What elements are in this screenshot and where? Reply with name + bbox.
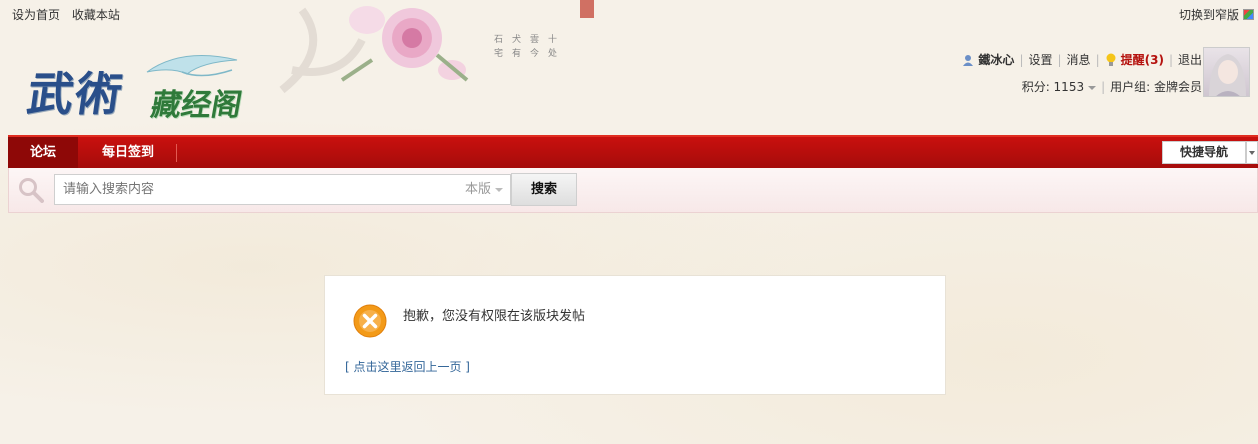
messages-link[interactable]: 消息 xyxy=(1067,51,1091,68)
switch-width-label: 切换到窄版 xyxy=(1178,8,1239,22)
header-flower-decoration: 石 犬 雲 十 宅 有 今 处 xyxy=(279,0,594,94)
logout-link[interactable]: 退出 xyxy=(1178,51,1202,68)
chevron-down-icon xyxy=(1088,85,1097,90)
top-links: 设为首页 收藏本站 xyxy=(12,6,128,23)
error-message-text: 抱歉，您没有权限在该版块发帖 xyxy=(403,309,586,324)
avatar[interactable] xyxy=(1203,47,1250,97)
message-box: 抱歉，您没有权限在该版块发帖 [ 点击这里返回上一页 ] xyxy=(324,275,946,395)
separator: | xyxy=(1168,52,1173,67)
search-bar: 本版 搜索 xyxy=(8,168,1258,213)
separator: | xyxy=(1057,52,1062,67)
user-bar: 鐵冰心 | 设置 | 消息 | 提醒(3) | 退出 xyxy=(962,51,1202,68)
svg-text:宅 有 今 处: 宅 有 今 处 xyxy=(494,47,557,59)
error-x-icon xyxy=(353,304,387,338)
chevron-down-icon xyxy=(495,187,504,192)
bird-logo-icon xyxy=(146,55,238,77)
quick-nav-button[interactable]: 快捷导航 xyxy=(1162,141,1246,164)
nav-tab-forum[interactable]: 论坛 xyxy=(8,137,78,168)
switch-width-link[interactable]: 切换到窄版 xyxy=(1179,6,1254,23)
points-dropdown[interactable]: 积分: 1153 xyxy=(1021,78,1097,95)
go-back-link[interactable]: [ 点击这里返回上一页 ] xyxy=(345,358,470,375)
avatar-image xyxy=(1209,54,1246,96)
settings-link[interactable]: 设置 xyxy=(1028,51,1052,68)
user-group-link[interactable]: 用户组: 金牌会员 xyxy=(1110,78,1202,95)
search-scope-label: 本版 xyxy=(465,182,492,197)
bulb-icon xyxy=(1106,53,1116,66)
logo-main-text: 武術 xyxy=(23,67,128,121)
quick-nav-dropdown-arrow[interactable] xyxy=(1246,141,1258,164)
search-magnifier-icon xyxy=(19,178,44,203)
nav-divider xyxy=(176,144,177,162)
logo-sub-text: 藏经阁 xyxy=(148,88,245,123)
points-label: 积分: 1153 xyxy=(1021,80,1085,94)
nav-tab-daily-checkin[interactable]: 每日签到 xyxy=(84,137,172,168)
user-stats: 积分: 1153 | 用户组: 金牌会员 xyxy=(1022,78,1202,95)
color-palette-icon[interactable] xyxy=(1243,9,1254,20)
bookmark-site-link[interactable]: 收藏本站 xyxy=(72,8,120,22)
reminders-link[interactable]: 提醒(3) xyxy=(1121,51,1164,68)
search-button[interactable]: 搜索 xyxy=(511,173,577,206)
site-logo[interactable]: 武術 藏经阁 xyxy=(20,40,280,130)
search-input[interactable] xyxy=(54,174,462,205)
svg-text:石 犬 雲 十: 石 犬 雲 十 xyxy=(494,33,557,45)
separator: | xyxy=(1095,52,1100,67)
top-bar: 设为首页 收藏本站 切换到窄版 xyxy=(0,0,1258,28)
search-scope-select[interactable]: 本版 xyxy=(461,174,511,205)
separator: | xyxy=(1101,79,1106,94)
user-icon xyxy=(963,54,974,66)
username-link[interactable]: 鐵冰心 xyxy=(978,51,1014,68)
separator: | xyxy=(1019,52,1024,67)
set-homepage-link[interactable]: 设为首页 xyxy=(12,8,60,22)
main-navbar: 论坛 每日签到 快捷导航 xyxy=(8,135,1258,168)
